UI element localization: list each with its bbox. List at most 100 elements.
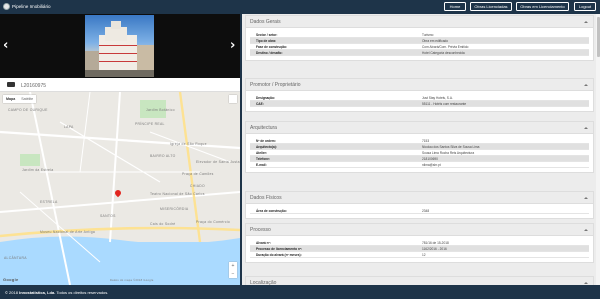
detail-value: Turismo — [422, 33, 434, 38]
process-reference: L20160975 — [21, 82, 47, 89]
map-type-satellite-tab[interactable]: Satélite — [18, 95, 36, 103]
building-photo — [85, 15, 154, 77]
detail-label: Tipo de obra: — [256, 39, 277, 44]
zoom-control: + − — [229, 262, 237, 278]
panel-processo: Processo Alvará nº: 781/16 de 15-2018 Proce… — [245, 223, 594, 263]
detail-value: Just Stay Hotels, S.A. — [422, 96, 453, 101]
left-column: ‹ › L20160975 Mapa Satélite LAPA SANTOS … — [0, 14, 240, 285]
panel-header[interactable]: Dados Gerais — [246, 16, 593, 28]
detail-label: Fase de construção: — [256, 45, 287, 50]
detail-value: Obra em edificado — [422, 39, 449, 44]
detail-label: E-mail: — [256, 163, 267, 168]
detail-value: 2348 — [422, 209, 430, 214]
location-map[interactable]: Mapa Satélite LAPA SANTOS CAMPO DE OURIQ… — [0, 92, 240, 285]
copyright-text: © 2018 Innostatistica, Lda. Todos os dir… — [5, 290, 108, 295]
nav-logout-button[interactable]: Logout — [574, 2, 596, 11]
detail-label: Arquitecto(a): — [256, 145, 277, 150]
panel-localiza-o: Localização — [245, 276, 594, 285]
detail-label: Alvará nº: — [256, 241, 271, 246]
copyright-suffix: Todos os direitos reservados. — [55, 290, 109, 295]
detail-label: Nº de ordem: — [256, 139, 276, 144]
detail-value: 1162/2016 - 2016 — [422, 247, 447, 252]
map-type-map-tab[interactable]: Mapa — [3, 95, 18, 103]
map-label: Praça do Comércio — [196, 220, 231, 224]
panel-dados-gerais: Dados Gerais Sector / setor: Turismo Tipo d… — [245, 15, 594, 61]
panel-header[interactable]: Localização — [246, 277, 593, 285]
brand-title[interactable]: Pipeline Imobiliário — [12, 4, 51, 9]
detail-value: Sousa Lima Rocha Reis Arquitectura — [422, 151, 475, 156]
panel-title: Processo — [250, 227, 271, 233]
panel-body: Nº de ordem: 7153 Arquitecto(a): Nicolau do… — [246, 134, 593, 172]
collapse-caret-icon[interactable] — [584, 84, 588, 86]
collapse-caret-icon[interactable] — [584, 282, 588, 284]
panel-header[interactable]: Dados Físicos — [246, 192, 593, 204]
detail-label: Processo de licenciamento nº: — [256, 247, 303, 252]
detail-value: 781/16 de 15-2018 — [422, 241, 449, 246]
panel-header[interactable]: Promotor / Proprietário — [246, 79, 593, 91]
google-logo: Google — [3, 277, 19, 282]
photo-carousel: ‹ › — [0, 14, 240, 78]
map-label: LAPA — [64, 125, 74, 129]
scrollbar-thumb[interactable] — [596, 17, 600, 57]
reference-bar: L20160975 — [0, 78, 240, 92]
map-label: ESTRELA — [40, 200, 58, 204]
panel-body: Designação: Just Stay Hotels, S.A. CAE: 551… — [246, 91, 593, 111]
panel-title: Dados Físicos — [250, 195, 282, 201]
panel-body: Alvará nº: 781/16 de 15-2018 Processo de l… — [246, 236, 593, 262]
map-type-control: Mapa Satélite — [3, 95, 37, 103]
map-label: SANTOS — [100, 214, 116, 218]
map-label: CAMPO DE OURIQUE — [8, 108, 48, 112]
detail-label: Destino / desafio: — [256, 51, 283, 56]
detail-label: Designação: — [256, 96, 275, 101]
detail-label: Duração do alvará (nº meses): — [256, 253, 302, 258]
map-label: Praça de Camões — [182, 172, 214, 176]
collapse-caret-icon[interactable] — [584, 127, 588, 129]
panel-promotor-propriet-rio: Promotor / Proprietário Designação: Just S… — [245, 78, 594, 112]
carousel-prev-icon[interactable]: ‹ — [3, 38, 8, 53]
detail-value: Nicolau dos Santos Silva de Sousa Lima — [422, 145, 480, 150]
collapse-caret-icon[interactable] — [584, 229, 588, 231]
nav-obras-licenciadas-button[interactable]: Obras Licenciadas — [470, 2, 512, 11]
collapse-caret-icon[interactable] — [584, 197, 588, 199]
copyright-prefix: © 2018 — [5, 290, 20, 295]
nav-home-button[interactable]: Home — [444, 2, 466, 11]
panel-title: Dados Gerais — [250, 19, 281, 25]
detail-value: Hotel Categoria desconhecida — [422, 51, 465, 56]
carousel-next-icon[interactable]: › — [230, 38, 235, 53]
detail-row: Duração do alvará (nº meses): 12 — [250, 252, 589, 258]
panel-dados-f-sicos: Dados Físicos Área de construção: 2348 — [245, 191, 594, 219]
detail-label: Telefone: — [256, 157, 270, 162]
panel-arquitectura: Arquitectura Nº de ordem: 7153 Arquitecto(a… — [245, 121, 594, 173]
zoom-out-button[interactable]: − — [229, 270, 237, 278]
detail-row: Área de construção: 2348 — [250, 208, 589, 214]
top-navbar: Pipeline Imobiliário Home Obras Licencia… — [0, 0, 600, 14]
map-roads — [0, 92, 240, 285]
collapse-caret-icon[interactable] — [584, 21, 588, 23]
logo-icon[interactable] — [3, 3, 10, 10]
map-label: Elevador de Santa Justa — [196, 160, 240, 164]
detail-value: Com Alvará/Com. Prévia Emitido — [422, 45, 469, 50]
camera-icon — [7, 82, 15, 87]
detail-value: 55111 - Hotéis com restaurante — [422, 102, 467, 107]
map-label: Museu Nacional de Arte Antiga — [40, 230, 96, 234]
panel-header[interactable]: Arquitectura — [246, 122, 593, 134]
detail-row: CAE: 55111 - Hotéis com restaurante — [250, 101, 589, 107]
map-label: CHIADO — [190, 184, 205, 188]
panel-header[interactable]: Processo — [246, 224, 593, 236]
map-label: Cais do Sodré — [150, 222, 176, 226]
detail-value: 218100690 — [422, 157, 438, 162]
zoom-in-button[interactable]: + — [229, 262, 237, 270]
nav-obras-em-licenciamento-button[interactable]: Obras em Licenciamento — [516, 2, 569, 11]
fullscreen-icon[interactable] — [229, 95, 237, 103]
company-name: Innostatistica, Lda. — [19, 290, 56, 295]
map-label: ALCÂNTARA — [4, 256, 27, 260]
detail-label: Atelier: — [256, 151, 267, 156]
map-label: PRÍNCIPE REAL — [135, 122, 165, 126]
panel-body: Sector / setor: Turismo Tipo de obra: Obra … — [246, 28, 593, 60]
panel-title: Arquitectura — [250, 125, 277, 131]
scrollbar[interactable] — [596, 14, 600, 285]
detail-value: nlima@slrr.pt — [422, 163, 441, 168]
detail-value: 12 — [422, 253, 426, 258]
map-attribution[interactable]: Dados do mapa ©2018 Google — [110, 279, 154, 282]
detail-label: CAE: — [256, 102, 264, 107]
